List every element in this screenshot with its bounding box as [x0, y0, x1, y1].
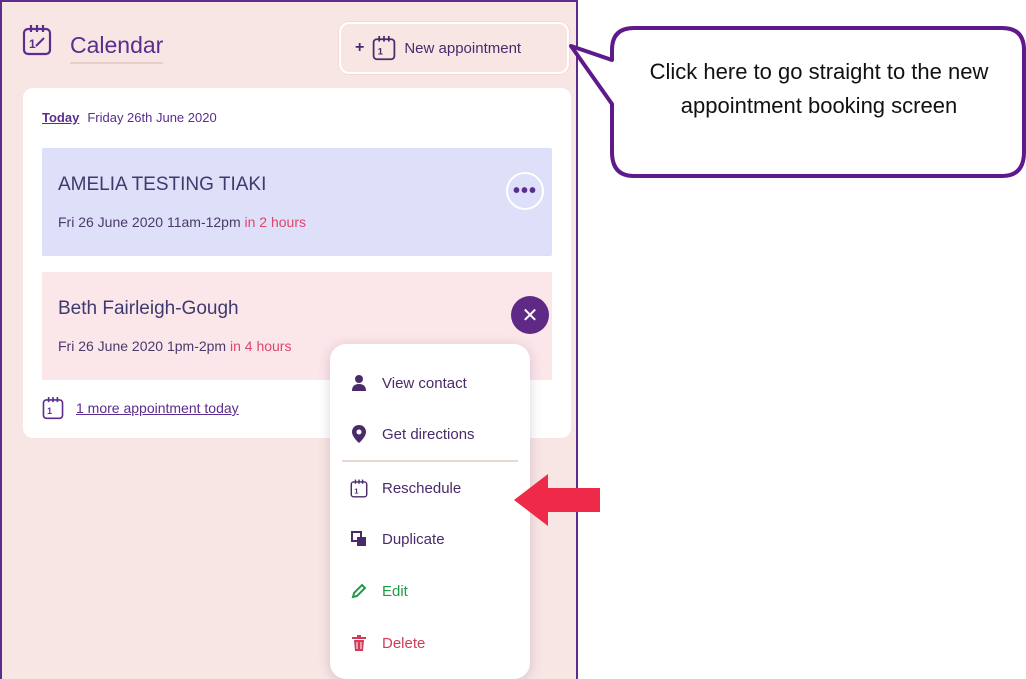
menu-item-get-directions[interactable]: Get directions	[350, 421, 475, 447]
more-appointments-text: 1 more appointment today	[76, 400, 239, 416]
duplicate-icon	[350, 530, 368, 548]
menu-item-duplicate[interactable]: Duplicate	[350, 526, 445, 552]
today-link[interactable]: Today	[42, 110, 79, 125]
appointment-context-menu: View contact Get directions 1 Reschedule…	[330, 344, 530, 679]
menu-item-view-contact[interactable]: View contact	[350, 370, 467, 396]
svg-text:1: 1	[354, 486, 359, 495]
menu-item-label: Reschedule	[382, 479, 462, 497]
more-options-button[interactable]: •••	[506, 172, 544, 210]
calendar-icon: 1	[22, 25, 52, 56]
person-icon	[350, 374, 368, 392]
svg-text:1: 1	[29, 37, 36, 51]
appointment-time: Fri 26 June 2020 11am-12pm in 2 hours	[58, 214, 306, 230]
calendar-icon: 1	[350, 479, 368, 498]
pencil-icon	[350, 582, 368, 600]
svg-text:1: 1	[47, 406, 52, 416]
arrow-left-icon	[514, 474, 600, 526]
page-title: Calendar	[70, 32, 164, 64]
trash-icon	[350, 634, 368, 652]
calendar-icon: 1	[373, 36, 396, 61]
today-date: Friday 26th June 2020	[87, 110, 217, 125]
menu-item-label: Edit	[382, 582, 408, 600]
calendar-icon: 1	[42, 397, 64, 420]
callout-text: Click here to go straight to the new app…	[649, 59, 989, 118]
appointment-datetime: Fri 26 June 2020 1pm-2pm	[58, 338, 227, 354]
close-menu-button[interactable]: ✕	[511, 296, 549, 334]
svg-text:1: 1	[378, 46, 384, 57]
menu-item-label: Delete	[382, 634, 426, 652]
appointment-time: Fri 26 June 2020 1pm-2pm in 4 hours	[58, 338, 291, 354]
menu-item-reschedule[interactable]: 1 Reschedule	[350, 475, 461, 501]
appointment-relative-time: in 4 hours	[229, 338, 292, 354]
new-appointment-button[interactable]: + 1 New appointment	[339, 22, 569, 74]
appointment-name: Beth Fairleigh-Gough	[58, 298, 239, 319]
appointment-card[interactable]: AMELIA TESTING TIAKI Fri 26 June 2020 11…	[42, 148, 552, 256]
map-pin-icon	[350, 425, 368, 443]
menu-item-edit[interactable]: Edit	[350, 578, 408, 604]
appointment-name: AMELIA TESTING TIAKI	[58, 174, 267, 195]
menu-item-delete[interactable]: Delete	[350, 630, 425, 656]
today-row: Today Friday 26th June 2020	[42, 110, 217, 125]
menu-item-label: Get directions	[382, 425, 475, 443]
appointment-relative-time: in 2 hours	[244, 214, 306, 230]
more-appointments-link[interactable]: 1 1 more appointment today	[42, 396, 239, 420]
menu-divider	[342, 460, 518, 462]
appointment-datetime: Fri 26 June 2020 11am-12pm	[58, 214, 241, 230]
menu-item-label: Duplicate	[382, 530, 445, 548]
new-appointment-label: New appointment	[404, 39, 522, 57]
menu-item-label: View contact	[382, 374, 467, 392]
plus-icon: +	[355, 39, 365, 56]
